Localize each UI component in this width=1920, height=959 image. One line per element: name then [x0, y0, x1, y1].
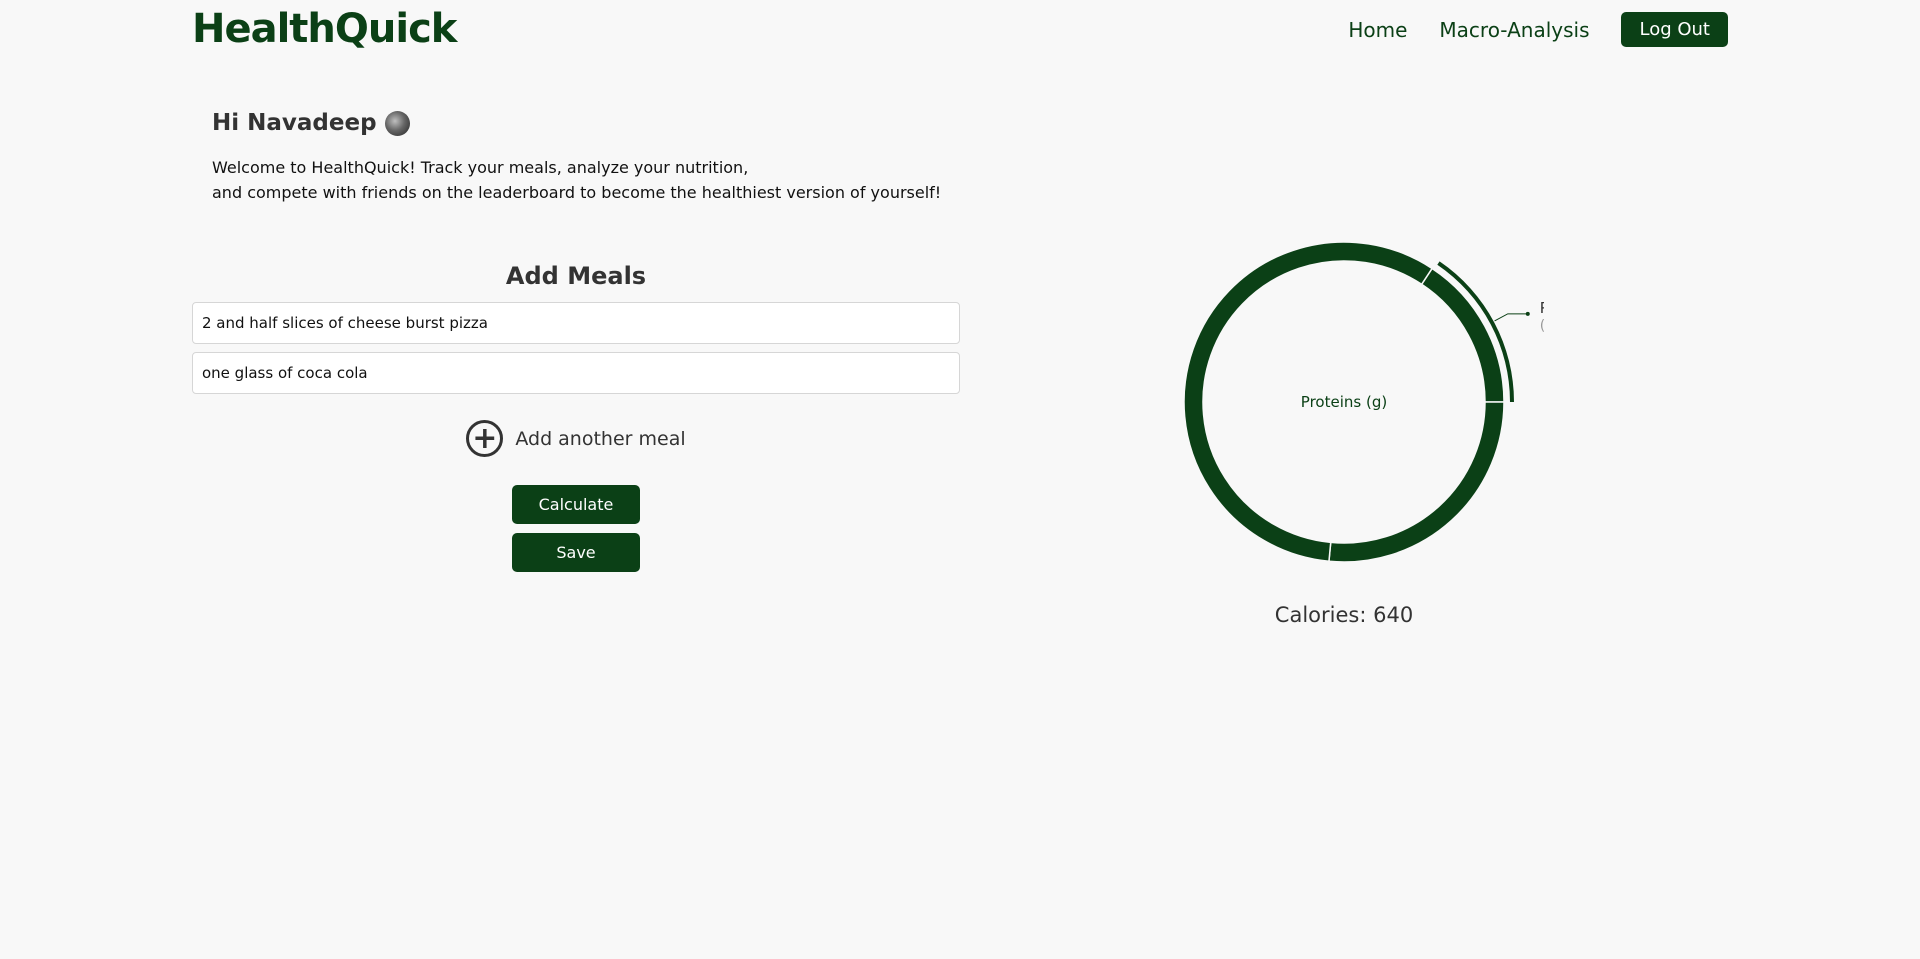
welcome-message: Welcome to HealthQuick! Track your meals… — [212, 155, 941, 205]
calories-total: Calories: 640 — [1274, 603, 1414, 627]
add-another-meal-label: Add another meal — [515, 427, 686, 450]
welcome-line-2: and compete with friends on the leaderbo… — [212, 183, 942, 202]
donut-leader-line — [1494, 313, 1528, 322]
donut-leader-dot — [1525, 311, 1530, 316]
donut-chart-svg: Proteins (g) 25(15.72%) Proteins (g) — [1183, 241, 1544, 563]
save-button[interactable]: Save — [512, 533, 640, 572]
donut-center-label: Proteins (g) — [1301, 393, 1387, 411]
donut-slice-1 — [1420, 267, 1505, 403]
add-meals-panel: Add Meals + Add another meal Calculate S… — [192, 262, 960, 572]
plus-circle-icon[interactable]: + — [466, 420, 504, 457]
add-meals-title: Add Meals — [505, 262, 647, 290]
calculate-button[interactable]: Calculate — [512, 485, 640, 524]
nav-macro-analysis-link[interactable]: Macro-Analysis — [1439, 18, 1589, 42]
donut-slice-value-label: Proteins (g) 25 — [1540, 299, 1544, 317]
logout-button[interactable]: Log Out — [1621, 12, 1728, 47]
app-logo[interactable]: HealthQuick — [192, 6, 457, 52]
welcome-line-1: Welcome to HealthQuick! Track your meals… — [212, 158, 749, 177]
meal-input-2[interactable] — [192, 352, 960, 394]
add-another-meal-button[interactable]: + Add another meal — [192, 420, 960, 457]
greeting: Hi Navadeep — [212, 110, 410, 136]
meal-actions: Calculate Save — [192, 485, 960, 572]
meal-input-1[interactable] — [192, 302, 960, 344]
donut-slice-2 — [1328, 401, 1505, 563]
macro-donut-chart: Proteins (g) 25(15.72%) Proteins (g) — [1144, 220, 1544, 640]
donut-slice-percent-label: (15.72%) — [1540, 318, 1544, 334]
greeting-text: Hi Navadeep — [212, 110, 377, 136]
nav-home-link[interactable]: Home — [1348, 18, 1407, 42]
avatar — [384, 110, 410, 136]
top-nav: Home Macro-Analysis Log Out — [1348, 12, 1728, 47]
